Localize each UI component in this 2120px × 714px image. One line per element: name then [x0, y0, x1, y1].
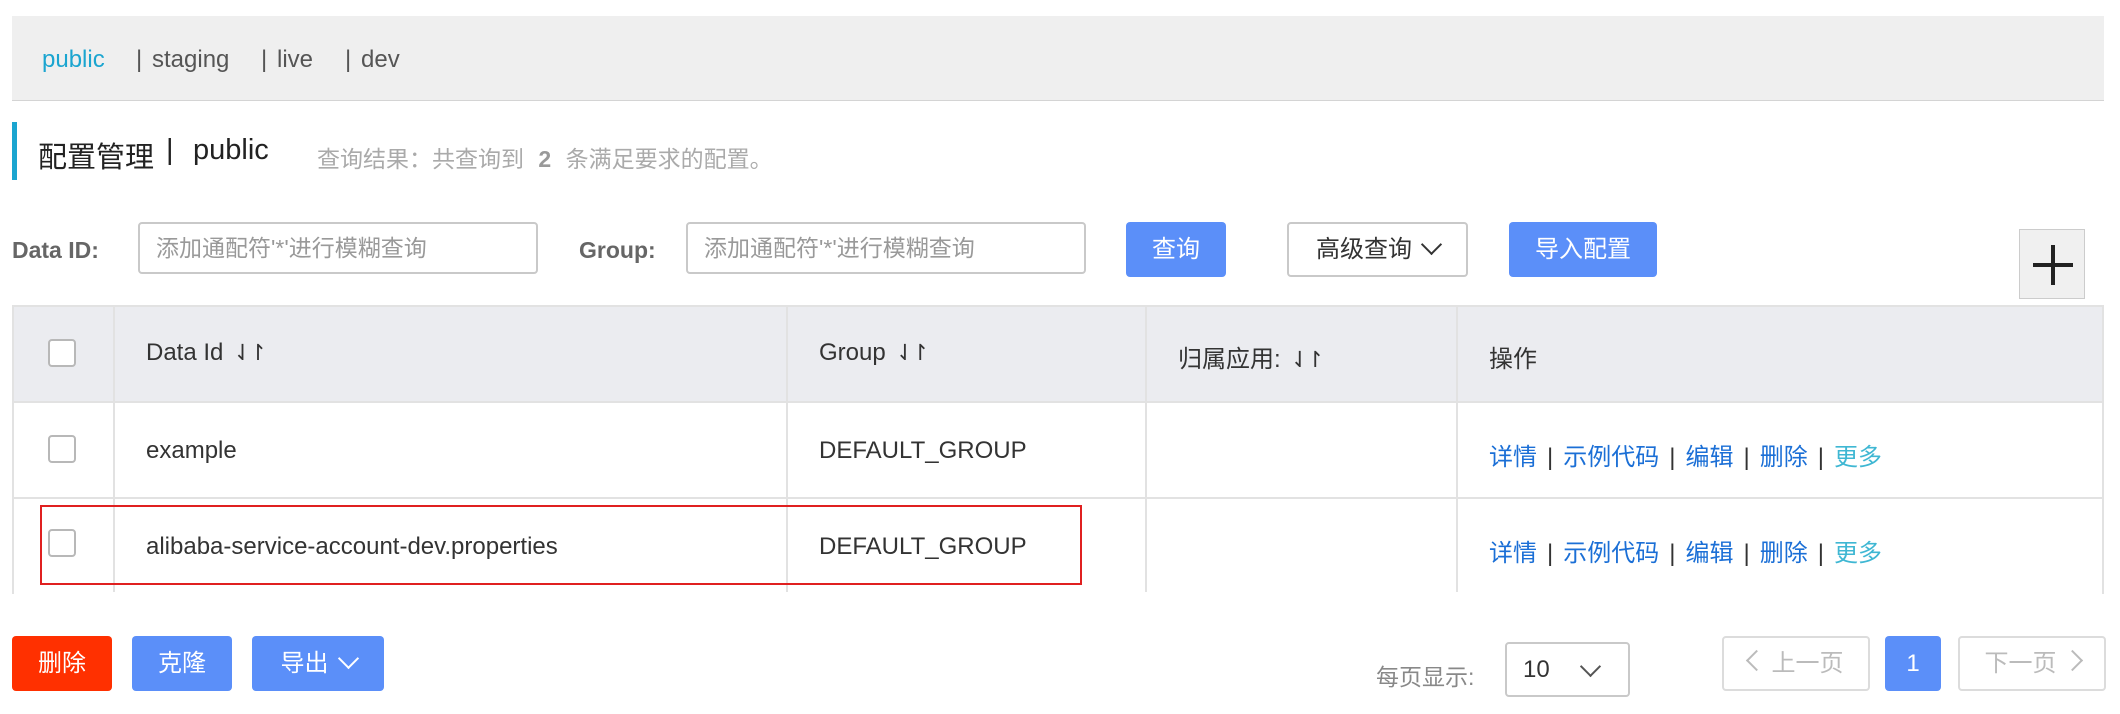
data-id-input[interactable]: 添加通配符'*'进行模糊查询 [138, 222, 538, 274]
delete-link[interactable]: 删除 [1760, 444, 1808, 471]
page-1-button[interactable]: 1 [1885, 636, 1941, 691]
more-link[interactable]: 更多 [1834, 444, 1882, 471]
sort-icon[interactable]: ⇃↾ [896, 340, 930, 365]
select-all-checkbox[interactable] [48, 339, 76, 367]
detail-link[interactable]: 详情 [1489, 444, 1537, 471]
column-header-label: 归属应用: [1178, 346, 1281, 373]
import-config-label: 导入配置 [1535, 236, 1631, 263]
column-divider [1456, 307, 1458, 592]
row-operations: 详情 | 示例代码 | 编辑 | 删除 | 更多 [1489, 437, 1882, 472]
query-button[interactable]: 查询 [1126, 222, 1226, 277]
column-header-operations: 操作 [1489, 346, 1537, 373]
op-separator: | [1743, 540, 1750, 567]
row-data-id: example [146, 437, 237, 464]
column-divider [113, 307, 115, 592]
namespace-tab-dev[interactable]: dev [361, 46, 400, 74]
title-namespace: public [193, 134, 269, 166]
op-separator: | [1669, 540, 1676, 567]
edit-link[interactable]: 编辑 [1685, 444, 1733, 471]
table-row: example DEFAULT_GROUP 详情 | 示例代码 | 编辑 | 删除 | 更多 [14, 401, 2102, 499]
next-page-label: 下一页 [1984, 650, 2057, 677]
export-button[interactable]: 导出 [252, 636, 384, 691]
title-separator: | [166, 134, 174, 166]
column-divider [1145, 307, 1147, 592]
namespace-tab-staging[interactable]: staging [152, 46, 229, 74]
namespace-bar: public | staging | live | dev [12, 16, 2104, 101]
namespace-separator: | [136, 46, 143, 73]
op-separator: | [1669, 444, 1676, 471]
edit-link[interactable]: 编辑 [1685, 540, 1733, 567]
chevron-left-icon [1745, 649, 1767, 672]
page-size-label: 每页显示: [1376, 664, 1475, 690]
query-result-suffix: 条满足要求的配置。 [565, 146, 773, 172]
namespace-tab-live[interactable]: live [277, 46, 313, 74]
op-separator: | [1547, 540, 1554, 567]
column-header-group[interactable]: Group ⇃↾ [819, 339, 930, 367]
query-result-prefix: 查询结果：共查询到 [317, 146, 524, 172]
page-title: 配置管理 [38, 142, 155, 174]
query-result-text: 查询结果：共查询到 2 条满足要求的配置。 [317, 140, 773, 174]
config-table: Data Id ⇃↾ Group ⇃↾ 归属应用: ⇃↾ 操作 example DEF… [12, 305, 2104, 594]
chevron-down-icon [337, 647, 359, 670]
op-separator: | [1547, 444, 1554, 471]
import-config-button[interactable]: 导入配置 [1509, 222, 1657, 277]
table-header-row: Data Id ⇃↾ Group ⇃↾ 归属应用: ⇃↾ 操作 [14, 307, 2102, 401]
table-row: alibaba-service-account-dev.properties D… [14, 497, 2102, 594]
page-size-value: 10 [1523, 656, 1550, 683]
row-data-id: alibaba-service-account-dev.properties [146, 533, 558, 560]
chevron-down-icon [1579, 655, 1602, 678]
more-link[interactable]: 更多 [1834, 540, 1882, 567]
row-checkbox[interactable] [48, 529, 76, 557]
namespace-tab-public[interactable]: public [42, 46, 105, 74]
prev-page-label: 上一页 [1771, 650, 1844, 677]
chevron-right-icon [2061, 649, 2083, 672]
op-separator: | [1817, 444, 1824, 471]
detail-link[interactable]: 详情 [1489, 540, 1537, 567]
row-operations: 详情 | 示例代码 | 编辑 | 删除 | 更多 [1489, 533, 1882, 568]
title-accent-bar [12, 122, 17, 180]
column-header-label: Data Id [146, 339, 224, 366]
delete-button-label: 删除 [38, 650, 86, 677]
column-header-app[interactable]: 归属应用: ⇃↾ [1178, 339, 1325, 374]
next-page-button[interactable]: 下一页 [1958, 636, 2106, 691]
sort-icon[interactable]: ⇃↾ [1291, 347, 1325, 372]
chevron-down-icon [1420, 233, 1443, 256]
prev-page-button[interactable]: 上一页 [1722, 636, 1870, 691]
add-config-button[interactable] [2019, 229, 2085, 299]
sort-icon[interactable]: ⇃↾ [233, 340, 267, 365]
group-label: Group: [579, 237, 656, 263]
namespace-separator: | [261, 46, 268, 73]
row-checkbox[interactable] [48, 435, 76, 463]
query-button-label: 查询 [1152, 236, 1200, 263]
sample-code-link[interactable]: 示例代码 [1563, 444, 1659, 471]
plus-icon [2051, 245, 2055, 285]
row-group: DEFAULT_GROUP [819, 533, 1027, 560]
page-size-select[interactable]: 10 [1505, 642, 1630, 697]
delete-button[interactable]: 删除 [12, 636, 112, 691]
row-group: DEFAULT_GROUP [819, 437, 1027, 464]
query-result-count: 2 [538, 146, 552, 172]
sample-code-link[interactable]: 示例代码 [1563, 540, 1659, 567]
advanced-query-label: 高级查询 [1316, 236, 1412, 263]
clone-button-label: 克隆 [158, 650, 206, 677]
column-divider [786, 307, 788, 592]
group-input[interactable]: 添加通配符'*'进行模糊查询 [686, 222, 1086, 274]
column-header-data-id[interactable]: Data Id ⇃↾ [146, 339, 267, 367]
namespace-separator: | [345, 46, 352, 73]
data-id-label: Data ID: [12, 237, 99, 263]
clone-button[interactable]: 克隆 [132, 636, 232, 691]
op-separator: | [1817, 540, 1824, 567]
op-separator: | [1743, 444, 1750, 471]
delete-link[interactable]: 删除 [1760, 540, 1808, 567]
column-header-label: Group [819, 339, 886, 366]
advanced-query-button[interactable]: 高级查询 [1287, 222, 1468, 277]
export-button-label: 导出 [280, 650, 329, 677]
